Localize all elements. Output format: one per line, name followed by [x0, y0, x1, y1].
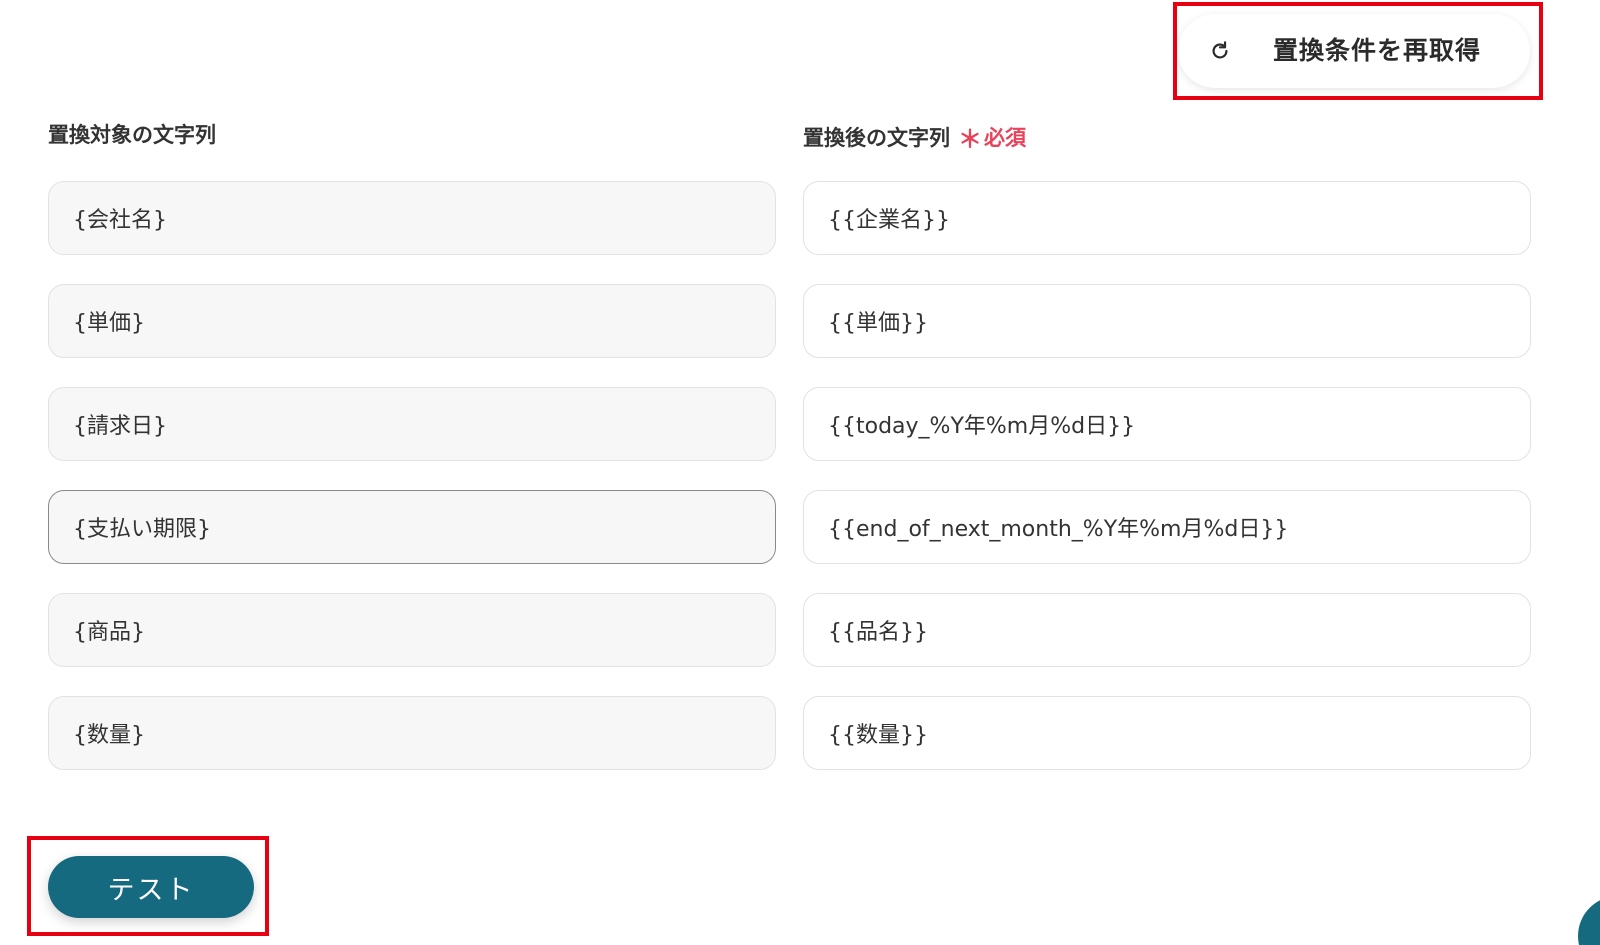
- test-button[interactable]: テスト: [48, 856, 254, 918]
- target-field-billing-date[interactable]: [803, 387, 1531, 461]
- target-field-quantity[interactable]: [803, 696, 1531, 770]
- replacement-settings-page: 置換条件を再取得 置換対象の文字列 置換後の文字列 ＊ 必須 テスト: [0, 0, 1600, 945]
- target-field-product[interactable]: [803, 593, 1531, 667]
- required-text: 必須: [984, 125, 1026, 150]
- target-field-unit-price[interactable]: [803, 284, 1531, 358]
- required-indicator: ＊ 必須: [958, 119, 1026, 154]
- source-field-payment-due[interactable]: [48, 490, 776, 564]
- required-star-icon: ＊: [958, 125, 982, 153]
- floating-help-button[interactable]: [1578, 896, 1600, 945]
- target-field-payment-due[interactable]: [803, 490, 1531, 564]
- source-field-billing-date[interactable]: [48, 387, 776, 461]
- source-column-header: 置換対象の文字列: [48, 119, 216, 149]
- source-field-unit-price[interactable]: [48, 284, 776, 358]
- refresh-icon: [1212, 41, 1228, 59]
- target-column-header: 置換後の文字列 ＊ 必須: [803, 119, 1026, 154]
- source-column-label: 置換対象の文字列: [48, 123, 216, 147]
- target-column-label: 置換後の文字列: [803, 125, 950, 150]
- refresh-conditions-button[interactable]: 置換条件を再取得: [1178, 14, 1530, 88]
- source-field-company[interactable]: [48, 181, 776, 255]
- target-field-company[interactable]: [803, 181, 1531, 255]
- source-field-quantity[interactable]: [48, 696, 776, 770]
- refresh-conditions-label: 置換条件を再取得: [1273, 36, 1482, 65]
- source-field-product[interactable]: [48, 593, 776, 667]
